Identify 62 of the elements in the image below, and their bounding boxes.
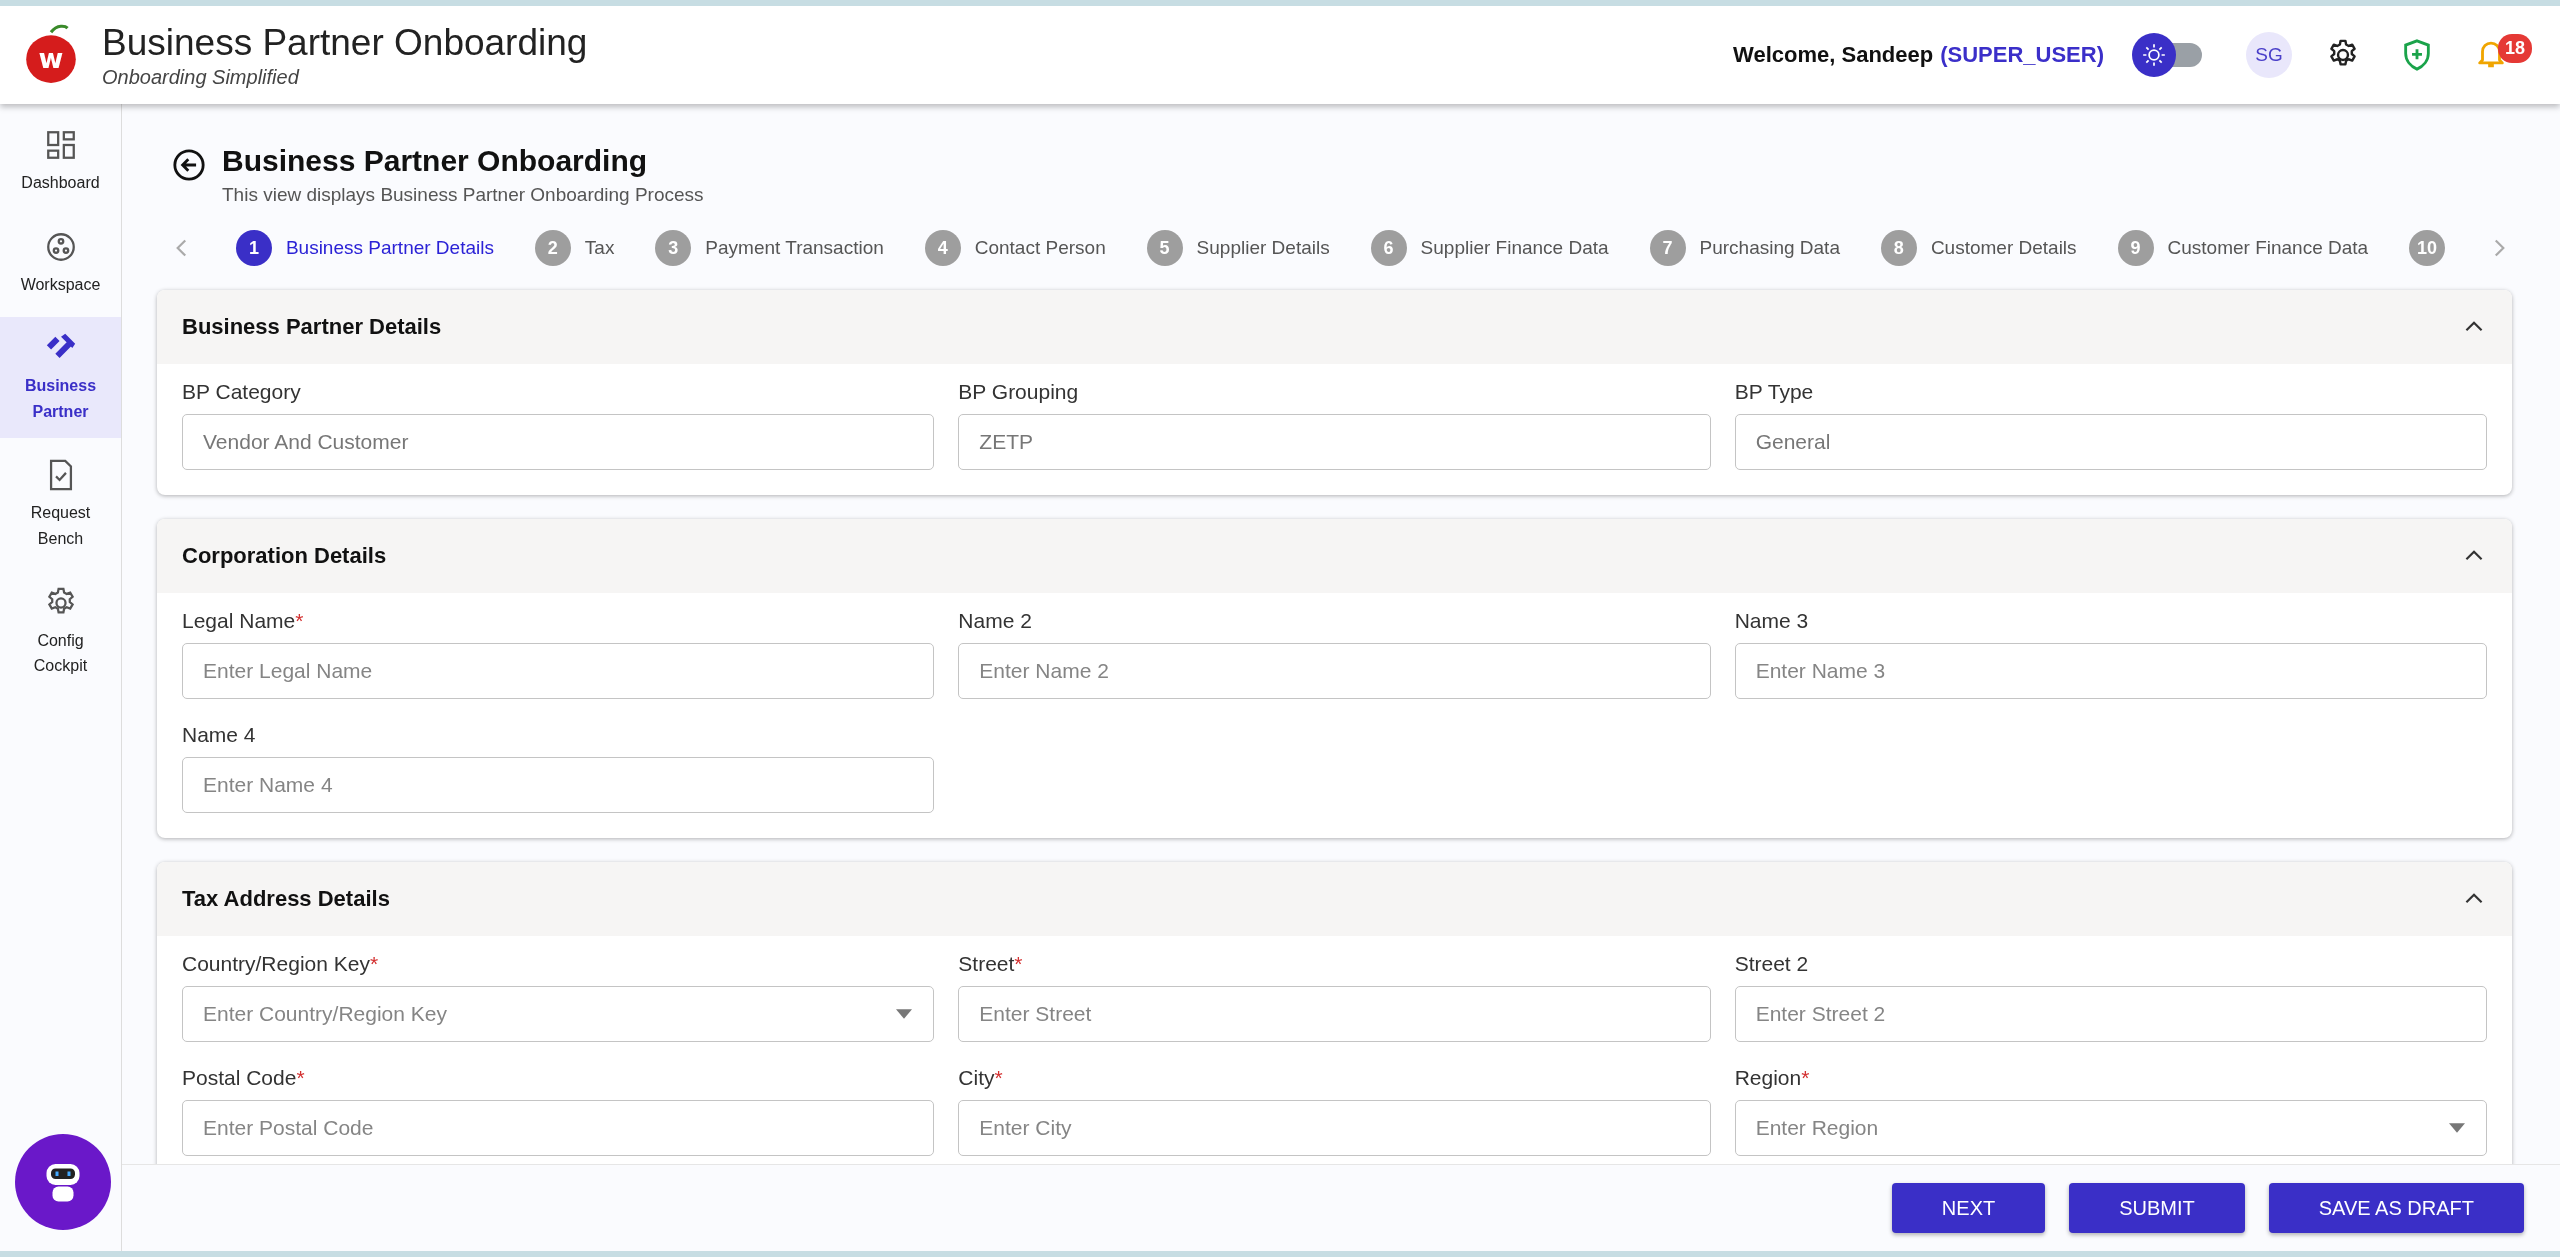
step-number[interactable]: 1 — [235, 230, 272, 266]
field-label: Country/Region Key* — [182, 952, 380, 976]
field-label: Legal Name* — [182, 609, 305, 633]
input-field[interactable]: Enter City — [958, 1100, 1711, 1156]
dropdown-field[interactable]: Enter Country/Region Key — [182, 986, 935, 1042]
field-label: BP Category — [182, 380, 302, 404]
input-field[interactable]: ZETP — [958, 414, 1711, 470]
step-label[interactable]: Payment Transaction — [705, 237, 884, 259]
field-label: Street 2 — [1734, 952, 1810, 976]
input-field[interactable]: Vendor And Customer — [182, 414, 935, 470]
page-title: Business Partner Onboarding — [222, 144, 649, 178]
action-button[interactable]: NEXT — [1891, 1183, 2046, 1233]
field-label: Name 4 — [182, 723, 257, 747]
user-avatar[interactable]: SG — [2246, 32, 2292, 78]
sidebar-item[interactable]: Dashboard — [0, 114, 121, 210]
notification-badge: 18 — [2498, 34, 2533, 63]
input-field[interactable]: Enter Postal Code — [182, 1100, 935, 1156]
app-subtitle: Onboarding Simplified — [102, 65, 301, 89]
section-title: Tax Address Details — [182, 886, 390, 912]
input-field[interactable]: Enter Street 2 — [1734, 986, 2487, 1042]
caret-icon — [896, 1009, 913, 1019]
user-role: (SUPER_USER) — [1940, 42, 2104, 68]
page-subtitle: This view displays Business Partner Onboarding Process — [222, 184, 704, 206]
step-label[interactable]: Tax — [584, 237, 615, 259]
field-label: Street* — [958, 952, 1024, 976]
input-field[interactable]: Enter Name 3 — [1734, 643, 2487, 699]
step-label[interactable]: Customer Details — [1930, 237, 2077, 259]
sidebar-item[interactable]: Workspace — [0, 215, 121, 312]
section-title: Business Partner Details — [182, 314, 442, 340]
field-label: Region* — [1734, 1066, 1811, 1090]
field-label: Name 2 — [958, 609, 1033, 633]
step-label[interactable]: Purchasing Data — [1699, 237, 1840, 259]
input-field[interactable]: General — [1734, 414, 2487, 470]
card-header[interactable]: Corporation Details — [157, 519, 2512, 593]
field-label: City* — [958, 1066, 1004, 1090]
dropdown-field[interactable]: Enter Region — [1734, 1100, 2487, 1156]
sidebar-item[interactable]: Config Cockpit — [0, 571, 121, 693]
input-field[interactable]: Enter Street — [958, 986, 1711, 1042]
theme-toggle[interactable] — [2132, 33, 2202, 77]
step-label[interactable]: Contact Person — [974, 237, 1106, 259]
section-title: Corporation Details — [182, 543, 387, 569]
input-field[interactable]: Enter Name 4 — [182, 757, 935, 813]
action-button[interactable]: SAVE AS DRAFT — [2268, 1183, 2524, 1233]
field-label: BP Grouping — [958, 380, 1080, 404]
app-title: Business Partner Onboarding — [102, 21, 588, 64]
step-label[interactable]: Supplier Details — [1196, 237, 1330, 259]
field-label: Postal Code* — [182, 1066, 306, 1090]
field-label: BP Type — [1734, 380, 1815, 404]
action-button[interactable]: SUBMIT — [2069, 1183, 2245, 1233]
field-label: Name 3 — [1734, 609, 1810, 633]
caret-icon — [2449, 1123, 2465, 1133]
sidebar-item[interactable]: Request Bench — [0, 444, 121, 566]
input-field[interactable]: Enter Legal Name — [182, 643, 935, 699]
step-label[interactable]: Business Partner Details — [285, 237, 494, 259]
step-label[interactable]: Customer Finance Data — [2167, 237, 2369, 259]
sidebar-item[interactable]: Business Partner — [0, 317, 121, 439]
welcome-text: Welcome, Sandeep — [1733, 42, 1934, 68]
step-label[interactable]: Supplier Finance Data — [1420, 237, 1609, 259]
sun-icon — [2141, 42, 2167, 68]
input-field[interactable]: Enter Name 2 — [958, 643, 1711, 699]
card-header[interactable]: Tax Address Details — [157, 862, 2512, 936]
card-header[interactable]: Business Partner Details — [157, 290, 2512, 364]
